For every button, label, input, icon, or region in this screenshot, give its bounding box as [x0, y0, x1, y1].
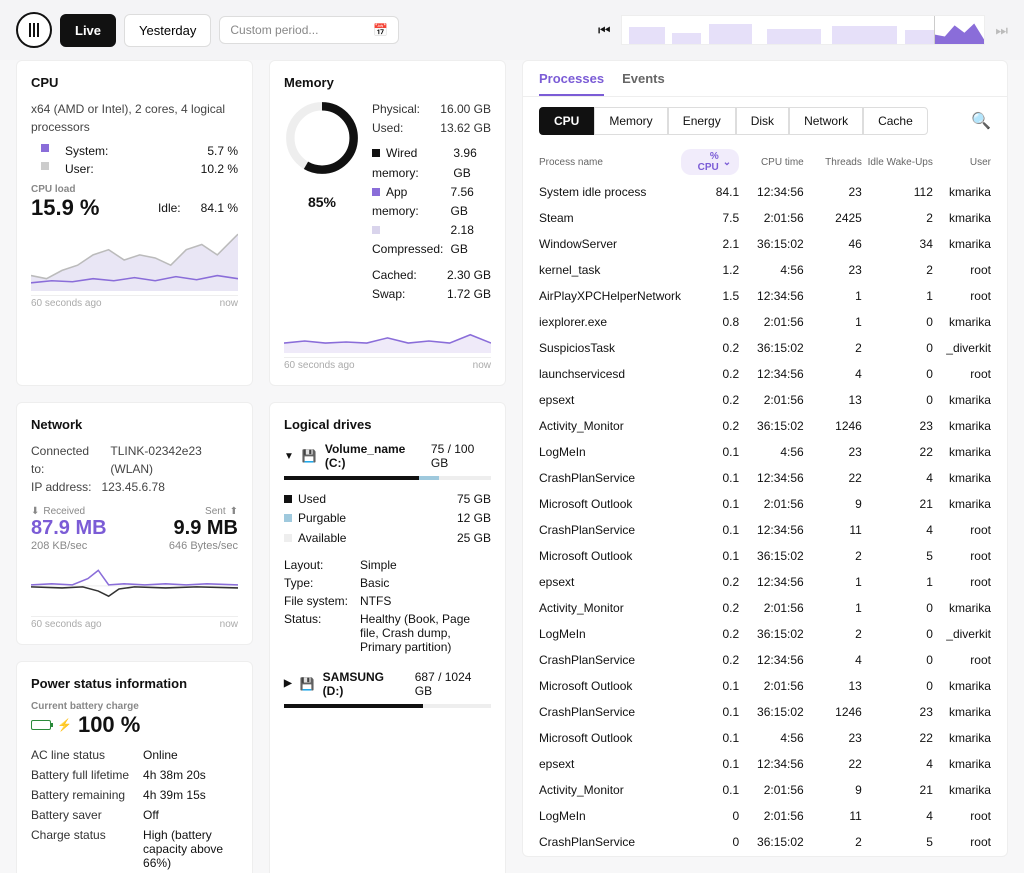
live-button[interactable]: Live: [60, 14, 116, 47]
table-row[interactable]: System idle process84.112:34:5623112kmar…: [523, 179, 1007, 205]
chevron-down-icon: ⌄: [723, 157, 731, 168]
table-row[interactable]: CrashPlanService036:15:0225root: [523, 829, 1007, 855]
subtab-cpu[interactable]: CPU: [539, 107, 594, 135]
toolbar: Live Yesterday Custom period... 📅 ⏮ 24 h…: [0, 0, 1024, 60]
custom-period-input[interactable]: Custom period... 📅: [219, 16, 399, 44]
network-chart: [31, 560, 238, 612]
drive-usage-bar: [284, 476, 491, 480]
download-icon: ⬇: [31, 506, 39, 517]
cpu-load-value: 15.9 %: [31, 195, 100, 221]
search-icon[interactable]: 🔍: [971, 111, 991, 131]
drive-icon: 💾: [300, 677, 315, 691]
dot-icon: [372, 226, 380, 234]
timeline: ⏮ 24 hrs ago ⏭: [598, 15, 1008, 45]
tab-processes[interactable]: Processes: [539, 71, 604, 96]
dot-icon: [372, 188, 380, 196]
cpu-card: CPU x64 (AMD or Intel), 2 cores, 4 logic…: [16, 60, 253, 386]
subtab-memory[interactable]: Memory: [594, 107, 667, 135]
table-row[interactable]: launchservicesd0.212:34:5640root: [523, 361, 1007, 387]
processes-panel: Processes Events CPUMemoryEnergyDiskNetw…: [522, 60, 1008, 857]
legend-dot-icon: [41, 144, 49, 152]
caret-down-icon: ▼: [284, 451, 294, 462]
table-row[interactable]: Microsoft Outlook0.14:562322kmarika: [523, 725, 1007, 751]
subtab-energy[interactable]: Energy: [668, 107, 736, 135]
memory-donut-icon: [284, 100, 360, 176]
tab-events[interactable]: Events: [622, 71, 665, 96]
pause-button[interactable]: [16, 12, 52, 48]
drive-icon: 💾: [302, 449, 317, 463]
power-title: Power status information: [31, 676, 238, 691]
bolt-icon: ⚡: [57, 718, 72, 732]
power-card: Power status information Current battery…: [16, 661, 253, 873]
table-row[interactable]: iexplorer.exe0.82:01:5610kmarika: [523, 309, 1007, 335]
table-row[interactable]: CrashPlanService0.112:34:56114root: [523, 517, 1007, 543]
subtab-disk[interactable]: Disk: [736, 107, 789, 135]
table-row[interactable]: AirPlayXPCHelperNetwork1.512:34:5611root: [523, 283, 1007, 309]
drive-d-header[interactable]: ▶ 💾 SAMSUNG (D:) 687 / 1024 GB: [284, 670, 491, 698]
network-card: Network Connected to:TLINK-02342e23 (WLA…: [16, 402, 253, 645]
yesterday-button[interactable]: Yesterday: [124, 14, 211, 47]
table-row[interactable]: CrashPlanService0.136:15:02124623kmarika: [523, 699, 1007, 725]
caret-right-icon: ▶: [284, 678, 292, 689]
subtab-cache[interactable]: Cache: [863, 107, 928, 135]
dot-icon: [284, 514, 292, 522]
memory-title: Memory: [284, 75, 491, 90]
subtab-network[interactable]: Network: [789, 107, 863, 135]
sort-cpu-pill[interactable]: % CPU⌄: [681, 149, 739, 175]
timeline-graph[interactable]: 24 hrs ago: [621, 15, 986, 45]
table-row[interactable]: epsext0.22:01:56130kmarika: [523, 387, 1007, 413]
memory-chart: [284, 312, 491, 353]
table-row[interactable]: CrashPlanService0.112:34:56224kmarika: [523, 465, 1007, 491]
table-row[interactable]: LogMeIn0.14:562322kmarika: [523, 439, 1007, 465]
table-row[interactable]: Microsoft Outlook0.12:01:56130kmarika: [523, 673, 1007, 699]
table-row[interactable]: CrashPlanService0.212:34:5640root: [523, 647, 1007, 673]
table-row[interactable]: kernel_task1.24:56232root: [523, 257, 1007, 283]
table-row[interactable]: SuspiciosTask0.236:15:0220_diverkit: [523, 335, 1007, 361]
network-title: Network: [31, 417, 238, 432]
drives-title: Logical drives: [284, 417, 491, 432]
upload-icon: ⬆: [230, 506, 238, 517]
table-row[interactable]: Steam7.52:01:5624252kmarika: [523, 205, 1007, 231]
table-row[interactable]: Microsoft Outlook0.136:15:0225root: [523, 543, 1007, 569]
battery-icon: [31, 720, 51, 730]
table-row[interactable]: Activity_Monitor0.236:15:02124623kmarika: [523, 413, 1007, 439]
table-row[interactable]: Microsoft Outlook0.12:01:56921kmarika: [523, 491, 1007, 517]
custom-period-placeholder: Custom period...: [230, 23, 318, 37]
cpu-desc: x64 (AMD or Intel), 2 cores, 4 logical p…: [31, 100, 238, 136]
table-row[interactable]: epsext0.112:34:56224kmarika: [523, 751, 1007, 777]
dot-icon: [372, 149, 380, 157]
table-row[interactable]: LogMeIn0.236:15:0220_diverkit: [523, 621, 1007, 647]
table-row[interactable]: Activity_Monitor0.22:01:5610kmarika: [523, 595, 1007, 621]
table-row[interactable]: LogMeIn02:01:56114root: [523, 803, 1007, 829]
skip-forward-icon[interactable]: ⏭: [995, 22, 1008, 39]
cpu-chart: [31, 229, 238, 291]
drive-c-header[interactable]: ▼ 💾 Volume_name (C:) 75 / 100 GB: [284, 442, 491, 470]
skip-back-icon[interactable]: ⏮: [598, 22, 611, 39]
dot-icon: [284, 534, 292, 542]
table-row[interactable]: epsext0.212:34:5611root: [523, 569, 1007, 595]
drive-usage-bar: [284, 704, 491, 708]
memory-card: Memory 85% Physical:16.00 GB Used:13.62 …: [269, 60, 506, 386]
cpu-title: CPU: [31, 75, 238, 90]
calendar-icon: 📅: [373, 23, 388, 37]
table-row[interactable]: WindowServer2.136:15:024634kmarika: [523, 231, 1007, 257]
table-row[interactable]: Activity_Monitor0.12:01:56921kmarika: [523, 777, 1007, 803]
drives-card: Logical drives ▼ 💾 Volume_name (C:) 75 /…: [269, 402, 506, 873]
legend-dot-icon: [41, 162, 49, 170]
dot-icon: [284, 495, 292, 503]
